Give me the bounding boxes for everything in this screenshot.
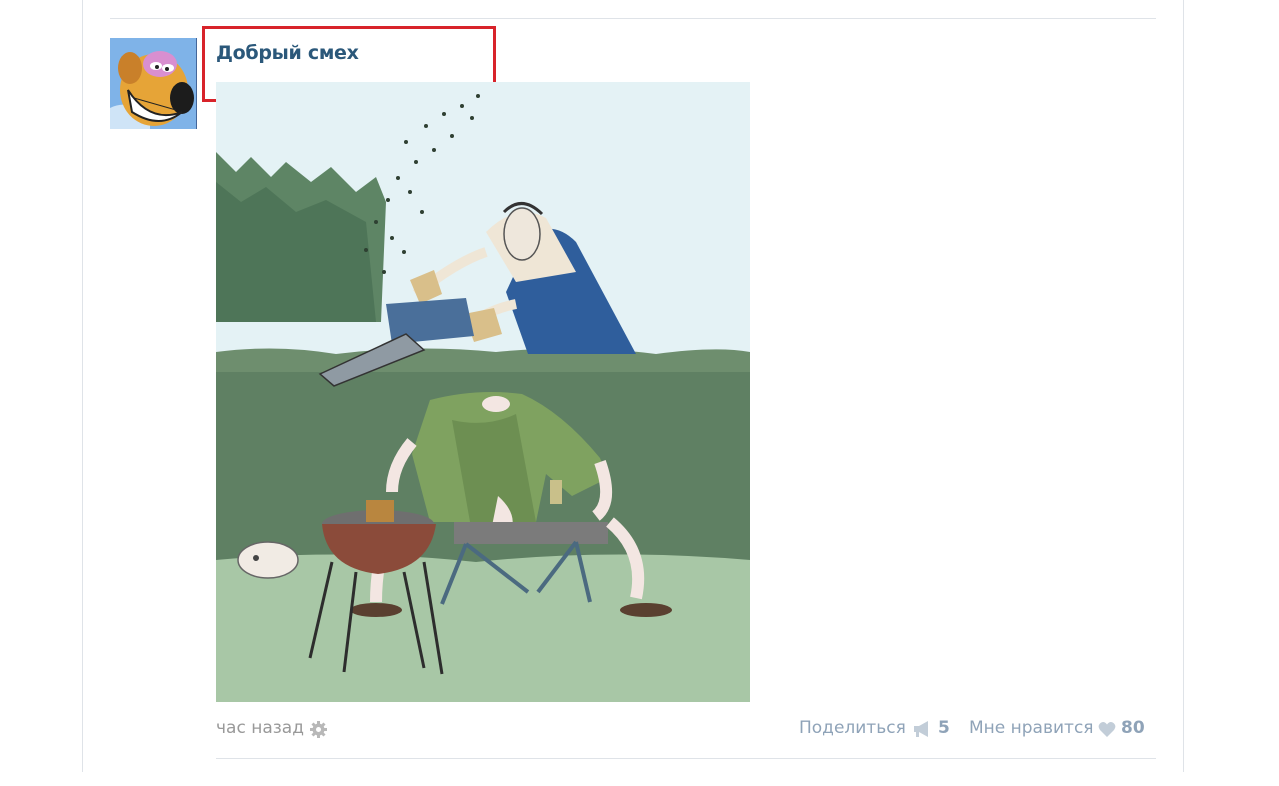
avatar-cartoon-dog-image [110, 38, 197, 129]
post-image[interactable] [216, 82, 750, 702]
like-button[interactable]: Мне нравится [969, 718, 1094, 738]
share-button[interactable]: Поделиться [799, 718, 906, 738]
megaphone-icon [912, 720, 934, 738]
page-frame-left-border [82, 0, 83, 772]
avatar-edge [196, 38, 197, 129]
post-top-divider [110, 18, 1156, 19]
post-bottom-divider [216, 758, 1156, 759]
post-author-link[interactable]: Добрый смех [216, 42, 359, 64]
share-count[interactable]: 5 [938, 718, 950, 738]
page-frame-right-border [1183, 0, 1184, 772]
author-avatar[interactable] [110, 38, 197, 129]
post-timestamp[interactable]: час назад [216, 718, 304, 738]
like-count[interactable]: 80 [1121, 718, 1145, 738]
cartoon-illustration [216, 82, 750, 702]
gear-icon[interactable] [309, 720, 328, 739]
heart-icon[interactable] [1098, 721, 1116, 738]
